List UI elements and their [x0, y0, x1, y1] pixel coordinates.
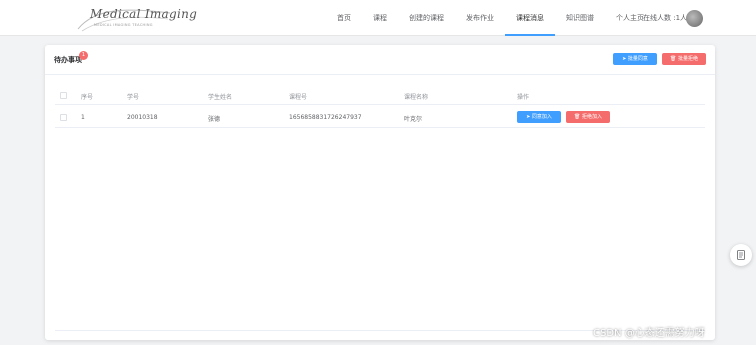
nav-item-publish-homework[interactable]: 发布作业	[455, 0, 505, 36]
nav-item-course-messages[interactable]: 课程消息	[505, 0, 555, 36]
approve-join-button[interactable]: ➤ 同意加入	[517, 111, 561, 123]
select-all-checkbox[interactable]	[60, 92, 67, 99]
col-student-id: 学号	[127, 94, 140, 101]
col-course-id: 课程号	[289, 94, 308, 101]
top-navbar: Medical Imaging MEDICAL IMAGING TEACHING…	[0, 0, 756, 36]
nav-item-home[interactable]: 首页	[326, 0, 362, 36]
row-checkbox[interactable]	[60, 114, 67, 121]
float-document-button[interactable]	[730, 244, 752, 266]
cell-student-id: 20010318	[127, 114, 158, 121]
trash-icon: 🗑	[670, 56, 678, 62]
document-icon	[737, 250, 745, 260]
todo-count-badge: 1	[79, 51, 88, 60]
logo-subtitle: MEDICAL IMAGING TEACHING	[94, 23, 153, 27]
batch-reject-button[interactable]: 🗑 批量拒绝	[662, 53, 706, 65]
col-actions: 操作	[517, 94, 530, 101]
cell-student-name: 张德	[208, 116, 221, 123]
logo[interactable]: Medical Imaging MEDICAL IMAGING TEACHING	[74, 3, 197, 35]
online-count: 在线人数 :1人	[643, 14, 688, 22]
nav-item-created-courses[interactable]: 创建的课程	[398, 0, 455, 36]
todo-title: 待办事项	[54, 56, 82, 64]
col-student-name: 学生姓名	[208, 94, 233, 101]
watermark: CSDN @心态还需努力呀	[593, 328, 705, 339]
todo-card-header: 待办事项 1 ➤ 批量同意 🗑 批量拒绝	[45, 45, 715, 75]
table-row: 1 20010318 张德 1656858831726247937 叶克尔 ➤ …	[55, 106, 705, 128]
batch-approve-button[interactable]: ➤ 批量同意	[613, 53, 657, 65]
logo-text: Medical Imaging	[90, 7, 198, 21]
cell-index: 1	[81, 114, 85, 121]
table-header-row: 序号 学号 学生姓名 课程号 课程名称 操作	[55, 85, 705, 105]
nav-item-courses[interactable]: 课程	[362, 0, 398, 36]
reject-join-button[interactable]: 🗑 拒绝加入	[566, 111, 610, 123]
main-nav: 首页 课程 创建的课程 发布作业 课程消息 知识图谱 个人主页	[326, 0, 655, 36]
trash-icon: 🗑	[574, 114, 582, 120]
cell-course-id: 1656858831726247937	[289, 114, 362, 121]
cell-course-name: 叶克尔	[404, 116, 423, 123]
avatar-icon[interactable]	[686, 10, 703, 27]
nav-item-knowledge-graph[interactable]: 知识图谱	[555, 0, 605, 36]
col-course-name: 课程名称	[404, 94, 429, 101]
col-index: 序号	[81, 94, 94, 101]
todo-card: 待办事项 1 ➤ 批量同意 🗑 批量拒绝 序号 学号 学生姓名 课程号 课程名称…	[45, 45, 715, 340]
